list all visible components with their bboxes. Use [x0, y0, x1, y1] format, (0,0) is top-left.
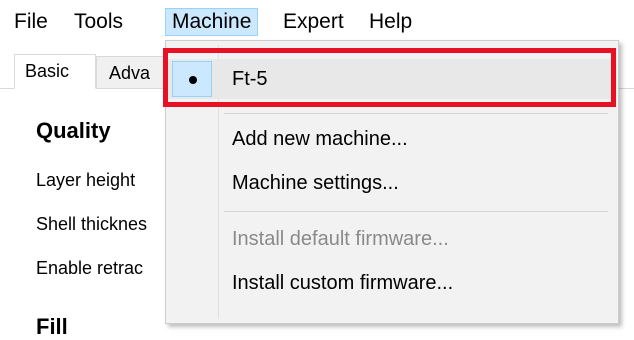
- tab-basic[interactable]: Basic: [14, 54, 96, 89]
- enable-retraction-label: Enable retrac: [36, 258, 144, 278]
- tab-advanced[interactable]: Adva: [96, 56, 166, 89]
- install-default-firmware-label: Install default firmware...: [232, 228, 449, 250]
- menu-separator: [224, 211, 608, 212]
- layer-height-label: Layer height: [36, 170, 136, 190]
- add-new-machine-label: Add new machine...: [232, 128, 408, 150]
- quality-heading: Quality: [36, 118, 111, 143]
- machine-settings-label: Machine settings...: [232, 172, 399, 194]
- menu-file[interactable]: File: [8, 8, 54, 36]
- install-custom-firmware-item[interactable]: Install custom firmware...: [168, 263, 614, 303]
- fill-heading: Fill: [36, 314, 68, 339]
- shell-thickness-label: Shell thicknes: [36, 214, 148, 234]
- highlight-annotation: [163, 48, 616, 107]
- menu-help[interactable]: Help: [363, 8, 418, 36]
- install-custom-firmware-label: Install custom firmware...: [232, 272, 454, 294]
- install-default-firmware-item: Install default firmware...: [168, 219, 614, 259]
- menu-tools[interactable]: Tools: [68, 8, 129, 36]
- machine-settings-item[interactable]: Machine settings...: [168, 163, 614, 203]
- add-new-machine-item[interactable]: Add new machine...: [168, 119, 614, 159]
- menu-bar: File Tools Machine Expert Help: [0, 0, 634, 40]
- menu-expert[interactable]: Expert: [277, 8, 350, 36]
- menu-machine[interactable]: Machine: [165, 8, 259, 36]
- menu-separator: [224, 113, 608, 114]
